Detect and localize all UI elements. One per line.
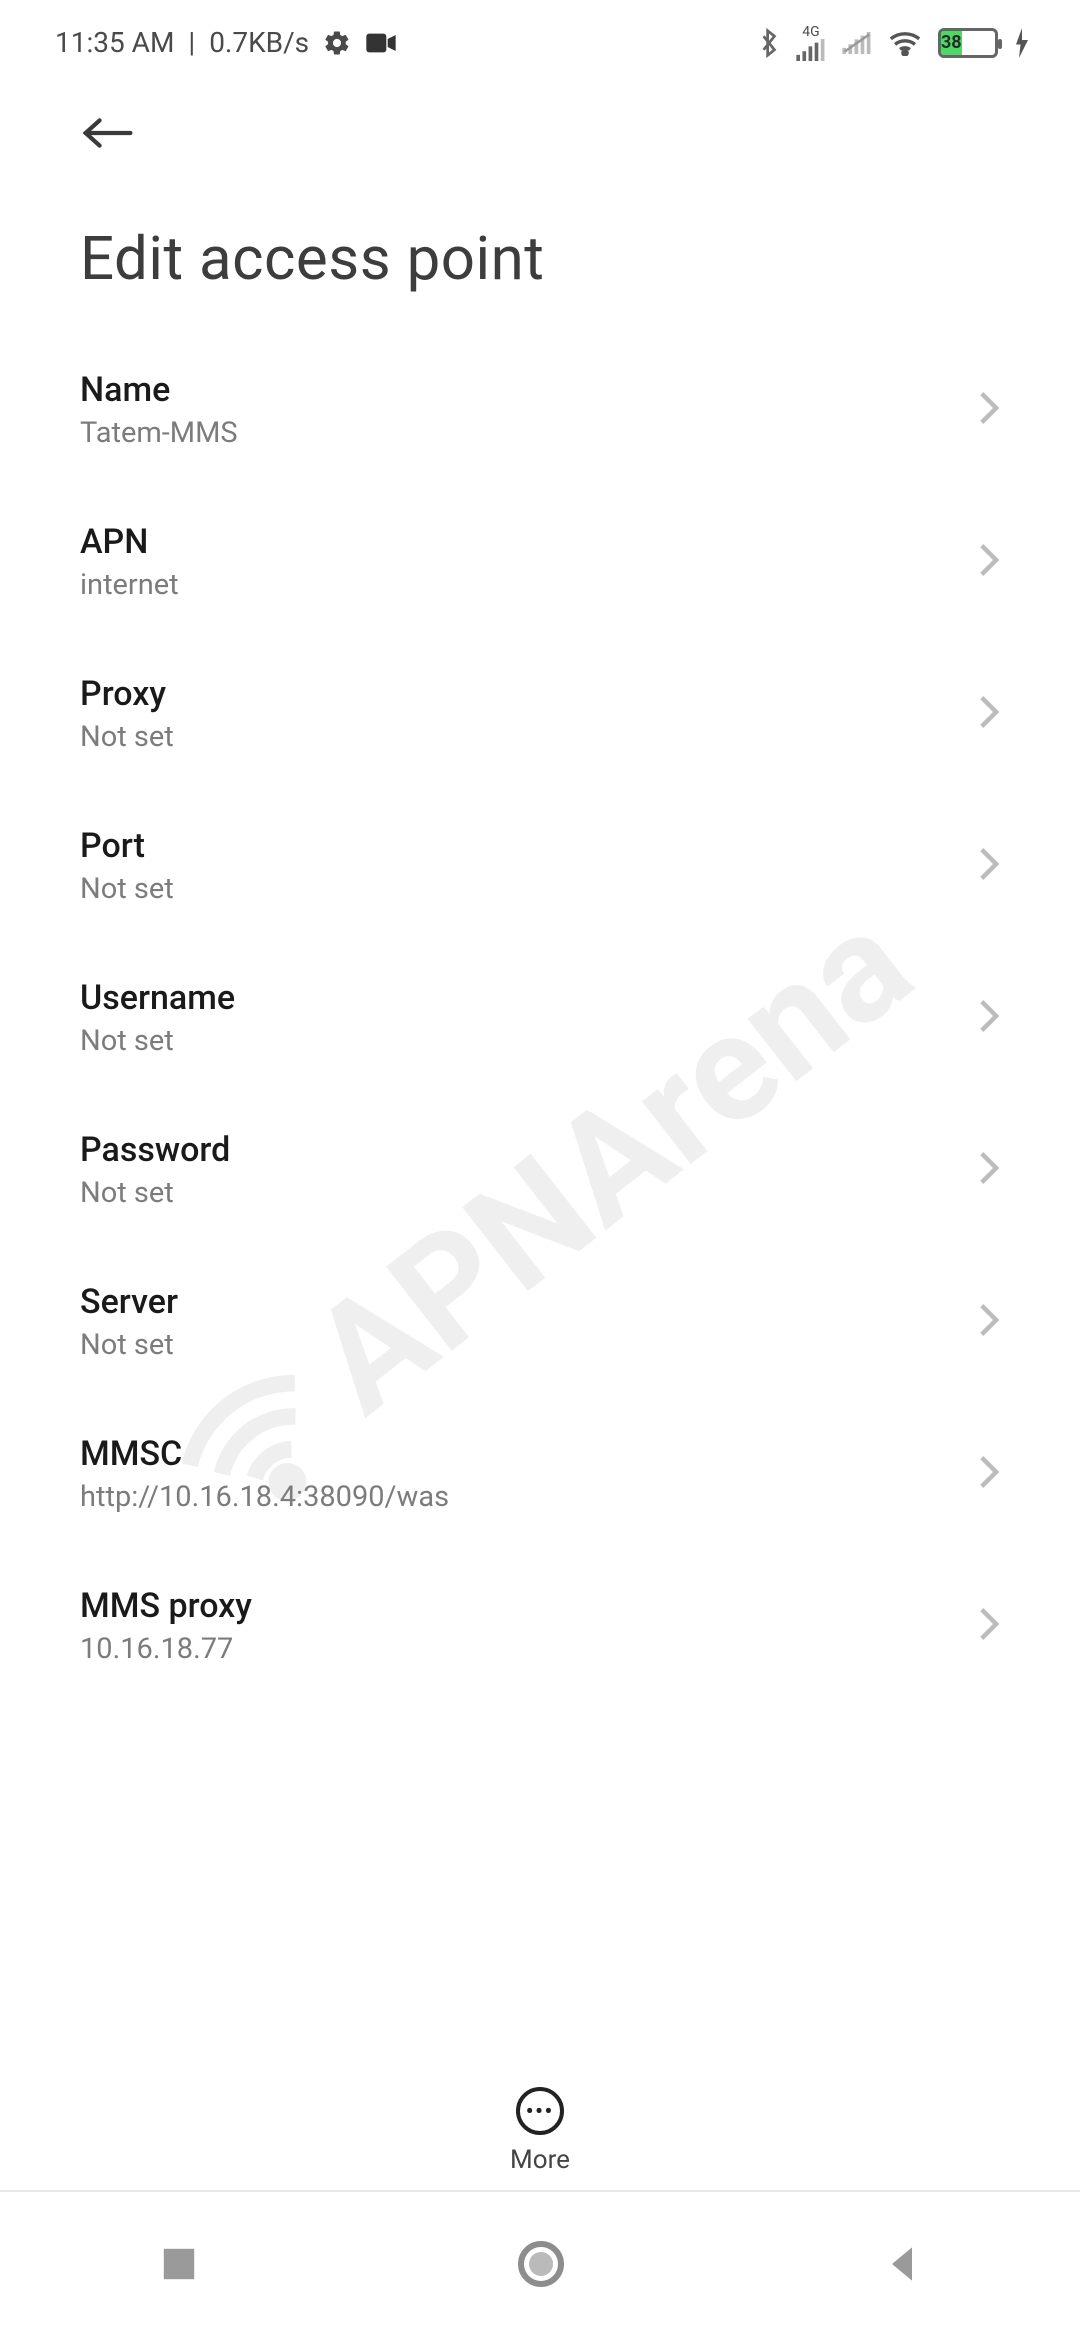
row-label: MMSC: [80, 1434, 449, 1474]
row-mms-proxy[interactable]: MMS proxy 10.16.18.77: [80, 1550, 1000, 1702]
status-time: 11:35 AM: [55, 26, 174, 59]
chevron-right-icon: [978, 694, 1000, 734]
more-button[interactable]: ••• More: [510, 2087, 570, 2175]
row-label: Password: [80, 1130, 230, 1170]
row-value: 10.16.18.77: [80, 1632, 252, 1666]
battery-icon: 38: [938, 28, 998, 58]
charging-icon: [1014, 28, 1030, 58]
status-bar: 11:35 AM | 0.7KB/s 4G 38: [0, 0, 1080, 85]
nav-home-button[interactable]: [517, 2240, 565, 2292]
row-label: Name: [80, 370, 238, 410]
chevron-right-icon: [978, 542, 1000, 582]
arrow-left-icon: [80, 113, 136, 153]
status-network-speed: 0.7KB/s: [209, 26, 309, 59]
row-value: Not set: [80, 720, 174, 754]
row-apn[interactable]: APN internet: [80, 486, 1000, 638]
row-label: Proxy: [80, 674, 174, 714]
more-label: More: [510, 2145, 570, 2175]
nav-recent-button[interactable]: [160, 2245, 198, 2287]
wifi-icon: [888, 30, 922, 56]
more-icon: •••: [516, 2087, 564, 2135]
row-value: internet: [80, 568, 179, 602]
system-nav-bar: [0, 2190, 1080, 2340]
chevron-right-icon: [978, 1454, 1000, 1494]
chevron-right-icon: [978, 390, 1000, 430]
row-label: Server: [80, 1282, 178, 1322]
signal-sim2-icon: [842, 32, 872, 54]
gear-icon: [323, 29, 351, 57]
row-label: MMS proxy: [80, 1586, 252, 1626]
row-name[interactable]: Name Tatem-MMS: [80, 334, 1000, 486]
chevron-right-icon: [978, 1302, 1000, 1342]
circle-icon: [517, 2240, 565, 2288]
row-server[interactable]: Server Not set: [80, 1246, 1000, 1398]
row-value: Not set: [80, 1176, 230, 1210]
row-value: Not set: [80, 872, 174, 906]
page-title: Edit access point: [0, 163, 1080, 334]
nav-back-button[interactable]: [884, 2244, 920, 2288]
battery-percent: 38: [941, 31, 962, 55]
chevron-right-icon: [978, 1606, 1000, 1646]
camera-icon: [365, 31, 397, 55]
settings-list: Name Tatem-MMS APN internet Proxy Not se…: [0, 334, 1080, 1702]
app-bar: [0, 85, 1080, 163]
triangle-left-icon: [884, 2244, 920, 2284]
chevron-right-icon: [978, 1150, 1000, 1190]
row-value: http://10.16.18.4:38090/was: [80, 1480, 449, 1514]
row-username[interactable]: Username Not set: [80, 942, 1000, 1094]
signal-4g-icon: 4G: [796, 25, 826, 61]
row-password[interactable]: Password Not set: [80, 1094, 1000, 1246]
row-mmsc[interactable]: MMSC http://10.16.18.4:38090/was: [80, 1398, 1000, 1550]
scroll-fade: [0, 1980, 1080, 2060]
chevron-right-icon: [978, 998, 1000, 1038]
row-port[interactable]: Port Not set: [80, 790, 1000, 942]
square-icon: [160, 2245, 198, 2283]
row-label: Port: [80, 826, 174, 866]
bluetooth-icon: [758, 28, 780, 58]
row-value: Not set: [80, 1328, 178, 1362]
back-button[interactable]: [70, 103, 146, 163]
row-value: Not set: [80, 1024, 235, 1058]
footer-actions: ••• More: [0, 2063, 1080, 2175]
row-proxy[interactable]: Proxy Not set: [80, 638, 1000, 790]
chevron-right-icon: [978, 846, 1000, 886]
row-label: Username: [80, 978, 235, 1018]
row-value: Tatem-MMS: [80, 416, 238, 450]
row-label: APN: [80, 522, 179, 562]
